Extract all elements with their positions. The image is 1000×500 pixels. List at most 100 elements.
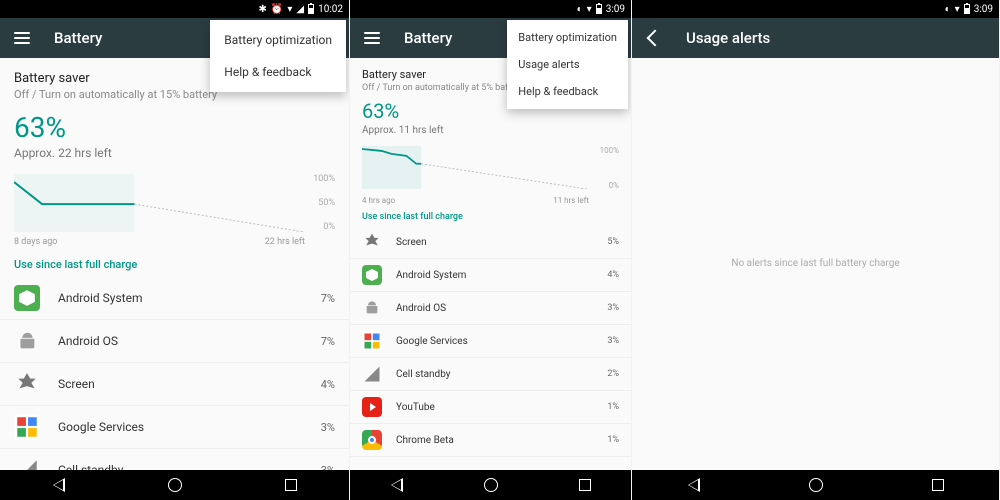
usage-row[interactable]: Google Services 3% — [0, 406, 349, 449]
usage-percent: 5% — [607, 237, 619, 247]
usage-row[interactable]: Google Services 3% — [350, 325, 631, 358]
usage-percent: 3% — [321, 421, 335, 434]
dnd-icon: ◐ — [945, 4, 951, 15]
chart-y-labels: 100% 50% 0% — [313, 174, 335, 232]
usage-label: Chrome Beta — [396, 435, 607, 446]
content: No alerts since last full battery charge — [632, 58, 999, 470]
battery-chart[interactable]: 100% 0% 4 hrs ago 11 hrs left — [362, 146, 619, 202]
hamburger-icon[interactable] — [364, 32, 380, 44]
usage-label: Android System — [396, 270, 607, 281]
usage-row[interactable]: Screen 4% — [0, 363, 349, 406]
usage-percent: 3% — [607, 336, 619, 346]
status-bar: ✱ ⏰ ▾ ◢ 10:02 — [0, 0, 349, 18]
usage-percent: 4% — [607, 270, 619, 280]
chart-x-labels: 4 hrs ago 11 hrs left — [362, 196, 589, 205]
usage-percent: 1% — [607, 402, 619, 412]
nav-recents-icon[interactable] — [285, 479, 297, 491]
status-bar: ◐ ▾ 3:09 — [350, 0, 631, 18]
time-remaining: Approx. 22 hrs left — [0, 144, 349, 168]
nav-back-icon[interactable] — [390, 478, 403, 492]
menu-item-usage-alerts[interactable]: Usage alerts — [507, 51, 628, 78]
android-system-icon — [14, 285, 40, 311]
battery-icon — [964, 4, 970, 14]
youtube-icon — [362, 397, 382, 417]
app-bar: Usage alerts — [632, 18, 999, 58]
phone-screenshot-1: ✱ ⏰ ▾ ◢ 10:02 Battery Battery optimizati… — [0, 0, 350, 500]
usage-percent: 7% — [321, 335, 335, 348]
google-services-icon — [14, 414, 40, 440]
usage-row[interactable]: YouTube 1% — [350, 391, 631, 424]
content[interactable]: Battery saver Off / Turn on automaticall… — [350, 58, 631, 457]
usage-label: Android OS — [396, 303, 607, 314]
usage-label: Google Services — [58, 420, 321, 434]
chart-y-labels: 100% 0% — [600, 146, 619, 190]
battery-icon — [596, 4, 602, 14]
battery-icon — [308, 4, 314, 14]
nav-recents-icon[interactable] — [932, 479, 944, 491]
navigation-bar — [0, 470, 349, 500]
phone-screenshot-3: ◐ ▾ 3:09 Usage alerts No alerts since la… — [632, 0, 1000, 500]
nav-recents-icon[interactable] — [579, 479, 591, 491]
app-bar-title: Battery — [404, 29, 452, 47]
cell-standby-icon — [362, 364, 382, 384]
bluetooth-icon: ✱ — [259, 4, 267, 15]
status-time: 10:02 — [318, 4, 343, 15]
usage-row[interactable]: Screen 5% — [350, 226, 631, 259]
menu-item-battery-optimization[interactable]: Battery optimization — [507, 24, 628, 51]
wifi-icon: ▾ — [587, 4, 592, 15]
nav-back-icon[interactable] — [687, 478, 700, 492]
status-time: 3:09 — [974, 4, 993, 15]
overflow-menu: Battery optimization Help & feedback — [210, 20, 346, 92]
signal-icon: ◢ — [296, 4, 304, 15]
chart-future-line — [421, 164, 589, 190]
android-os-icon — [14, 328, 40, 354]
usage-row[interactable]: Chrome Beta 1% — [350, 424, 631, 457]
screen-icon — [362, 232, 382, 252]
usage-percent: 3% — [607, 303, 619, 313]
time-remaining: Approx. 11 hrs left — [350, 123, 631, 142]
overflow-menu: Battery optimization Usage alerts Help &… — [507, 20, 628, 109]
navigation-bar — [350, 470, 631, 500]
usage-label: Android OS — [58, 334, 321, 348]
nav-home-icon[interactable] — [809, 478, 823, 492]
usage-percent: 1% — [607, 435, 619, 445]
usage-label: Google Services — [396, 336, 607, 347]
screen-icon — [14, 371, 40, 397]
usage-row[interactable]: Android System 7% — [0, 277, 349, 320]
app-bar-title: Usage alerts — [686, 29, 770, 47]
menu-item-help-feedback[interactable]: Help & feedback — [507, 78, 628, 105]
chart-x-labels: 8 days ago 22 hrs left — [14, 237, 305, 247]
battery-chart[interactable]: 100% 50% 0% 8 days ago 22 hrs left — [14, 174, 335, 244]
wifi-icon: ▾ — [955, 4, 960, 15]
wifi-icon: ▾ — [287, 4, 292, 15]
menu-item-battery-optimization[interactable]: Battery optimization — [210, 24, 346, 56]
phone-screenshot-2: ◐ ▾ 3:09 Battery Battery optimization Us… — [350, 0, 632, 500]
nav-home-icon[interactable] — [168, 478, 182, 492]
alarm-icon: ⏰ — [271, 4, 283, 15]
android-os-icon — [362, 298, 382, 318]
usage-label: Cell standby — [396, 369, 607, 380]
app-bar-title: Battery — [54, 29, 102, 47]
hamburger-icon[interactable] — [14, 32, 30, 44]
content[interactable]: Battery saver Off / Turn on automaticall… — [0, 58, 349, 492]
section-header: Use since last full charge — [0, 244, 349, 277]
back-arrow-icon[interactable] — [646, 30, 662, 46]
usage-percent: 4% — [321, 378, 335, 391]
usage-percent: 7% — [321, 292, 335, 305]
chrome-beta-icon — [362, 430, 382, 450]
nav-home-icon[interactable] — [484, 478, 498, 492]
usage-label: Android System — [58, 291, 321, 305]
empty-state-text: No alerts since last full battery charge — [632, 58, 999, 269]
nav-back-icon[interactable] — [52, 478, 65, 492]
battery-percent: 63% — [0, 111, 349, 144]
status-bar: ◐ ▾ 3:09 — [632, 0, 999, 18]
google-services-icon — [362, 331, 382, 351]
usage-row[interactable]: Android OS 7% — [0, 320, 349, 363]
usage-row[interactable]: Cell standby 2% — [350, 358, 631, 391]
menu-item-help-feedback[interactable]: Help & feedback — [210, 56, 346, 88]
section-header: Use since last full charge — [350, 202, 631, 226]
usage-label: Screen — [396, 237, 607, 248]
usage-row[interactable]: Android System 4% — [350, 259, 631, 292]
usage-row[interactable]: Android OS 3% — [350, 292, 631, 325]
navigation-bar — [632, 470, 999, 500]
